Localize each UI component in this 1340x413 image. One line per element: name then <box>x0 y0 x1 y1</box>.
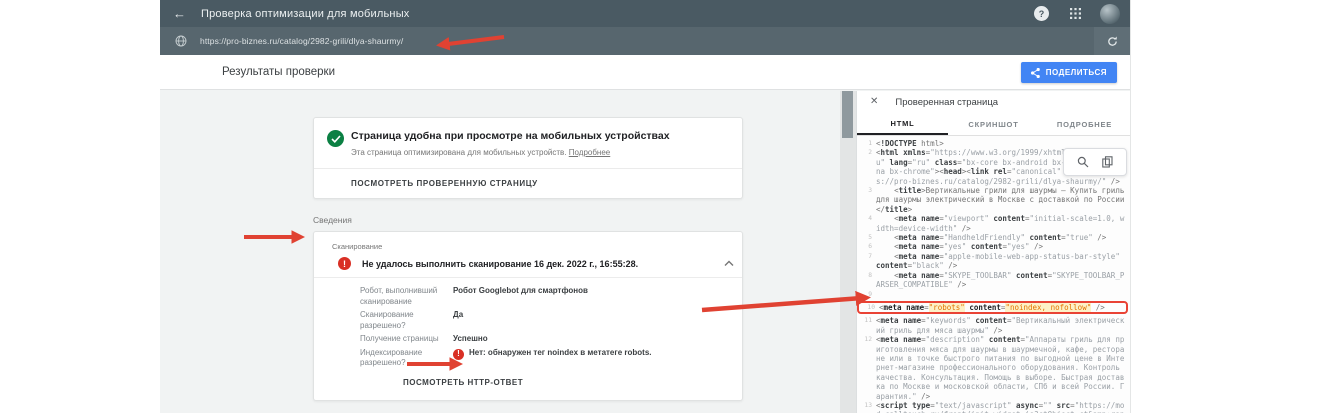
help-icon[interactable]: ? <box>1034 6 1049 21</box>
crawl-card-label: Сканирование <box>332 242 383 251</box>
crawl-card: Сканирование ! Не удалось выполнить скан… <box>313 231 743 401</box>
line-number: 6 <box>868 243 872 251</box>
crawl-status-row[interactable]: ! Не удалось выполнить сканирование 16 д… <box>314 251 742 277</box>
content-area: Страница удобна при просмотре на мобильн… <box>160 91 1130 413</box>
tab-скриншот[interactable]: СКРИНШОТ <box>948 113 1039 135</box>
code-line: 11 <meta name="keywords" content="Вертика… <box>857 316 1130 335</box>
code-line: 4 <meta name="viewport" content="initial… <box>857 214 1130 233</box>
detail-row: Сканирование разрешено? Да <box>360 310 726 331</box>
detail-row: Получение страницы Успешно <box>360 334 726 345</box>
url-bar: https://pro-biznes.ru/catalog/2982-grili… <box>160 27 1130 55</box>
code-line: 12 <meta name="description" content="Аппа… <box>857 335 1130 401</box>
line-code: <meta name="SKYPE_TOOLBAR" content="SKYP… <box>876 270 1125 290</box>
line-code: <script type="text/javascript" async="" … <box>876 400 1125 413</box>
code-line: 6 <meta name="yes" content="yes" /> <box>857 242 1130 251</box>
tested-url[interactable]: https://pro-biznes.ru/catalog/2982-grili… <box>200 36 403 46</box>
verdict-title: Страница удобна при просмотре на мобильн… <box>351 130 670 142</box>
code-line: 8 <meta name="SKYPE_TOOLBAR" content="SK… <box>857 271 1130 290</box>
code-line: 9 <box>857 290 1130 299</box>
error-icon: ! <box>453 348 464 360</box>
detail-value: Робот Googlebot для смартфонов <box>453 286 588 295</box>
page-title: Результаты проверки <box>222 66 336 78</box>
line-number: 7 <box>868 252 872 260</box>
line-number: 1 <box>868 140 872 147</box>
code-line: 3 <title>Вертикальные грили для шаурмы –… <box>857 186 1130 214</box>
line-code: <meta name="HandheldFriendly" content="t… <box>876 233 1107 243</box>
results-bar: Результаты проверки ПОДЕЛИТЬСЯ <box>160 55 1130 90</box>
app-title: Проверка оптимизации для мобильных <box>201 7 410 20</box>
user-avatar[interactable] <box>1100 3 1120 24</box>
details-section-label: Сведения <box>313 215 352 225</box>
globe-icon <box>175 35 187 47</box>
detail-label: Робот, выполнивший сканирование <box>360 286 438 306</box>
code-line: 1 <!DOCTYPE html> <box>857 139 1130 148</box>
line-code: <meta name="robots" content="noindex, no… <box>879 302 1105 312</box>
view-http-response-button[interactable]: ПОСМОТРЕТЬ HTTP-ОТВЕТ <box>403 378 742 400</box>
scrollbar-thumb[interactable] <box>842 91 853 138</box>
code-line-highlighted: 10 <meta name="robots" content="noindex, … <box>857 300 1128 315</box>
line-number: 11 <box>864 317 872 325</box>
line-number: 3 <box>868 187 872 195</box>
chevron-up-icon[interactable] <box>724 260 734 267</box>
line-code: <meta name="yes" content="yes" /> <box>876 242 1044 252</box>
app-header: ← Проверка оптимизации для мобильных ? <box>160 0 1130 27</box>
code-line: 7 <meta name="apple-mobile-web-app-statu… <box>857 252 1130 271</box>
line-code <box>876 290 1130 299</box>
copy-icon[interactable] <box>1102 156 1113 168</box>
line-number: 10 <box>867 303 875 311</box>
line-number: 5 <box>868 234 872 242</box>
line-code: <meta name="description" content="Аппара… <box>876 335 1125 401</box>
search-icon[interactable] <box>1077 156 1089 168</box>
mobile-friendly-test-app: ← Проверка оптимизации для мобильных ? h… <box>160 0 1131 413</box>
tested-page-panel: ✕ Проверенная страница HTML СКРИНШОТ ПОДРО… <box>856 91 1130 413</box>
tab-подробнее[interactable]: ПОДРОБНЕЕ <box>1039 113 1130 135</box>
main-column: Страница удобна при просмотре на мобильн… <box>313 91 743 413</box>
scrollbar[interactable] <box>840 91 856 413</box>
share-icon <box>1030 67 1040 78</box>
line-number: 8 <box>868 271 872 279</box>
share-button[interactable]: ПОДЕЛИТЬСЯ <box>1020 62 1117 83</box>
detail-row: Робот, выполнивший сканирование Робот Goo… <box>360 286 726 307</box>
refresh-button[interactable] <box>1094 27 1130 55</box>
detail-label: Сканирование разрешено? <box>360 310 414 330</box>
error-icon: ! <box>338 257 351 270</box>
view-tested-page-button[interactable]: ПОСМОТРЕТЬ ПРОВЕРЕННУЮ СТРАНИЦУ <box>314 168 742 198</box>
crawl-rows: Робот, выполнивший сканирование Робот Goo… <box>314 278 742 369</box>
tab-html[interactable]: HTML <box>857 113 948 135</box>
close-icon[interactable]: ✕ <box>870 97 878 107</box>
line-code: <meta name="keywords" content="Вертикаль… <box>876 316 1125 335</box>
back-arrow-icon[interactable]: ← <box>173 7 186 20</box>
detail-value: Да <box>453 310 464 319</box>
panel-title: Проверенная страница <box>895 96 999 108</box>
line-number: 2 <box>868 149 872 157</box>
verdict-card: Страница удобна при просмотре на мобильн… <box>313 117 743 199</box>
success-check-icon <box>327 130 344 147</box>
detail-value: ! Нет: обнаружен тег noindex в метатеге r… <box>453 348 652 369</box>
apps-grid-icon[interactable] <box>1070 8 1081 19</box>
code-line: 13 <script type="text/javascript" async="… <box>857 401 1130 413</box>
line-code: <title>Вертикальные грили для шаурмы – К… <box>876 186 1129 214</box>
code-view: 1 <!DOCTYPE html> 2 <html xmlns="https://ww… <box>857 136 1130 413</box>
crawl-status-text: Не удалось выполнить сканирование 16 дек… <box>362 258 639 269</box>
detail-row: Индексирование разрешено? ! Нет: обнаружен… <box>360 348 726 369</box>
verdict-subtitle: Эта страница оптимизирована для мобильны… <box>351 148 567 157</box>
line-code: <meta name="viewport" content="initial-s… <box>876 214 1125 233</box>
line-number: 12 <box>864 336 872 344</box>
detail-value: Успешно <box>453 334 488 343</box>
code-toolbar <box>1063 148 1127 176</box>
detail-label: Индексирование разрешено? <box>360 347 423 368</box>
code-line: 5 <meta name="HandheldFriendly" content=… <box>857 233 1130 242</box>
detail-label: Получение страницы <box>360 334 439 343</box>
line-number: 13 <box>864 401 872 409</box>
line-code: <meta name="apple-mobile-web-app-status-… <box>876 251 1120 271</box>
line-number: 9 <box>868 290 872 298</box>
line-number: 4 <box>868 215 872 223</box>
learn-more-link[interactable]: Подробнее <box>569 148 611 157</box>
line-code: <!DOCTYPE html> <box>876 139 944 148</box>
panel-tabs: HTML СКРИНШОТ ПОДРОБНЕЕ <box>857 113 1130 136</box>
share-button-label: ПОДЕЛИТЬСЯ <box>1045 68 1107 77</box>
